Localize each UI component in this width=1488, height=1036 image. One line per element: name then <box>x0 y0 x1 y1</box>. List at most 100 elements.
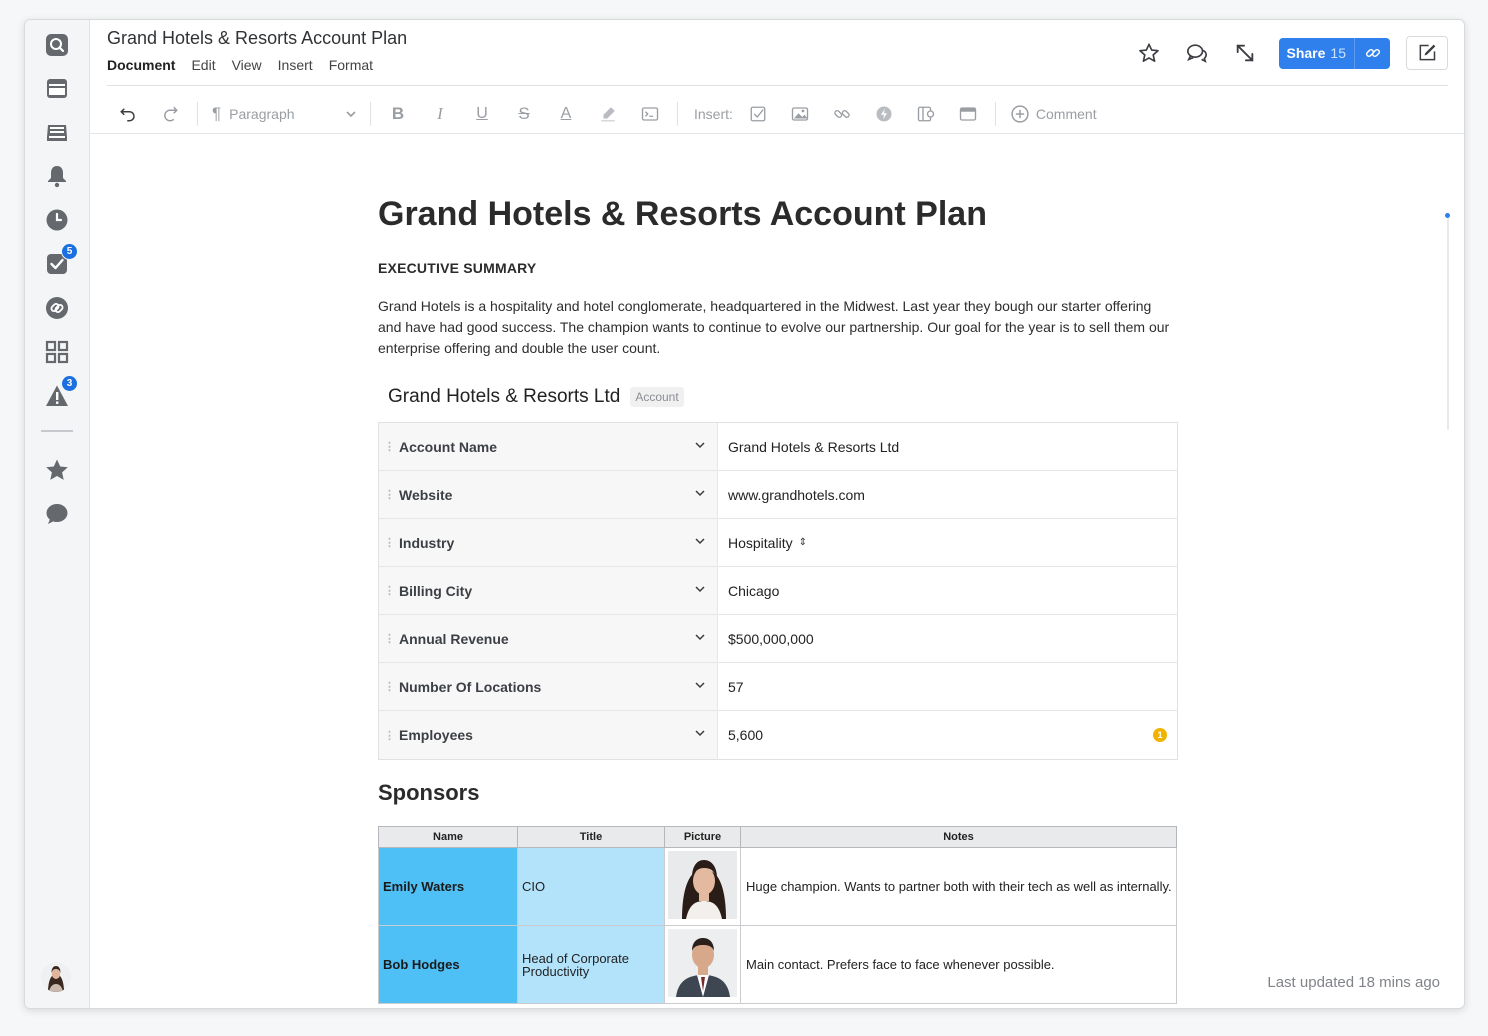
sponsor-photo <box>668 851 737 919</box>
sponsor-title[interactable]: CIO <box>517 847 665 926</box>
summary-paragraph[interactable]: Grand Hotels is a hospitality and hotel … <box>378 296 1178 359</box>
menu-edit[interactable]: Edit <box>191 57 215 73</box>
outline-scroll-track[interactable] <box>1447 215 1449 430</box>
expand-icon[interactable] <box>1229 37 1261 69</box>
menu-format[interactable]: Format <box>329 57 373 73</box>
comment-button[interactable]: Comment <box>1002 104 1097 124</box>
editor-toolbar: ¶ Paragraph B I U S A Insert: Comment <box>107 94 1464 134</box>
add-comment-icon <box>1011 105 1029 123</box>
undo-icon[interactable] <box>107 99 149 129</box>
toolbar-separator <box>197 102 198 126</box>
text-color-icon[interactable]: A <box>545 99 587 129</box>
pilcrow-icon: ¶ <box>212 104 222 123</box>
toolbar-divider <box>90 133 1464 134</box>
sponsor-title[interactable]: Head of Corporate Productivity <box>517 925 665 1004</box>
chat-icon[interactable] <box>44 501 70 527</box>
toolbar-separator <box>370 102 371 126</box>
field-value[interactable]: 57 <box>718 663 1177 710</box>
sponsor-notes[interactable]: Main contact. Prefers face to face whene… <box>740 925 1177 1004</box>
bold-icon[interactable]: B <box>377 99 419 129</box>
outline-position-indicator[interactable] <box>1445 213 1450 218</box>
field-value[interactable]: www.grandhotels.com <box>718 471 1177 518</box>
field-label: ⋮ Billing City <box>379 567 718 614</box>
drag-handle-icon[interactable]: ⋮ <box>379 440 399 453</box>
drag-handle-icon[interactable]: ⋮ <box>379 680 399 693</box>
chevron-down-icon[interactable] <box>695 584 705 594</box>
sponsor-picture-cell <box>664 925 741 1004</box>
menu-view[interactable]: View <box>232 57 262 73</box>
table-embed-icon[interactable] <box>947 99 989 129</box>
share-button[interactable]: Share 15 <box>1278 37 1390 69</box>
field-value[interactable]: Grand Hotels & Resorts Ltd <box>718 423 1177 470</box>
menu-insert[interactable]: Insert <box>278 57 313 73</box>
code-block-icon[interactable] <box>629 99 671 129</box>
calendar-icon[interactable] <box>44 75 70 101</box>
header-actions: Share 15 <box>1117 36 1448 70</box>
paragraph-style-select[interactable]: ¶ Paragraph <box>204 104 364 124</box>
select-arrows-icon: ⇕ <box>798 537 807 548</box>
bell-icon[interactable] <box>44 163 70 189</box>
chevron-down-icon[interactable] <box>695 536 705 546</box>
underline-icon[interactable]: U <box>461 99 503 129</box>
sponsor-notes[interactable]: Huge champion. Wants to partner both wit… <box>740 847 1177 926</box>
warning-icon[interactable]: 3 <box>44 375 78 409</box>
conversation-icon[interactable] <box>1181 37 1213 69</box>
menu-bar: Document Edit View Insert Format <box>107 57 373 73</box>
field-value: Hospitality <box>728 534 793 551</box>
redo-icon[interactable] <box>149 99 191 129</box>
strikethrough-icon[interactable]: S <box>503 99 545 129</box>
drag-handle-icon[interactable]: ⋮ <box>379 632 399 645</box>
sponsor-photo <box>668 929 737 997</box>
sponsor-name[interactable]: Emily Waters <box>378 847 518 926</box>
industry-picklist[interactable]: Hospitality ⇕ <box>718 519 1177 566</box>
paragraph-label: Paragraph <box>229 106 295 122</box>
apps-grid-icon[interactable] <box>44 339 70 365</box>
chevron-down-icon[interactable] <box>695 728 705 738</box>
highlight-icon[interactable] <box>587 99 629 129</box>
share-link-icon[interactable] <box>1354 37 1390 69</box>
insert-link-icon[interactable] <box>821 99 863 129</box>
section-heading[interactable]: EXECUTIVE SUMMARY <box>378 260 1178 276</box>
share-label: Share <box>1286 45 1326 61</box>
inbox-icon[interactable] <box>44 119 70 145</box>
chevron-down-icon[interactable] <box>695 440 705 450</box>
drag-handle-icon[interactable]: ⋮ <box>379 536 399 549</box>
field-value[interactable]: Chicago <box>718 567 1177 614</box>
search-icon[interactable] <box>44 32 70 58</box>
account-card-header: Grand Hotels & Resorts Ltd Account <box>388 386 684 408</box>
user-avatar[interactable] <box>41 962 71 992</box>
checkbox-icon[interactable] <box>737 99 779 129</box>
edit-button[interactable] <box>1406 36 1448 70</box>
field-label: ⋮ Website <box>379 471 718 518</box>
field-row: ⋮ Employees 5,600 1 <box>379 711 1177 759</box>
field-value[interactable]: $500,000,000 <box>718 615 1177 662</box>
toolbar-separator <box>994 102 996 126</box>
italic-icon[interactable]: I <box>419 99 461 129</box>
column-header-name: Name <box>378 826 518 848</box>
chevron-down-icon[interactable] <box>695 488 705 498</box>
chevron-down-icon[interactable] <box>695 680 705 690</box>
menu-document[interactable]: Document <box>107 57 175 73</box>
drag-handle-icon[interactable]: ⋮ <box>379 729 399 742</box>
favorite-star-icon[interactable] <box>1133 37 1165 69</box>
record-embed-icon[interactable] <box>905 99 947 129</box>
chevron-down-icon[interactable] <box>695 632 705 642</box>
sponsor-name[interactable]: Bob Hodges <box>378 925 518 1004</box>
star-icon[interactable] <box>44 457 70 483</box>
drag-handle-icon[interactable]: ⋮ <box>379 488 399 501</box>
field-value[interactable]: 5,600 1 <box>718 711 1177 759</box>
field-warning-badge[interactable]: 1 <box>1153 728 1167 742</box>
account-card-title[interactable]: Grand Hotels & Resorts Ltd <box>388 386 620 408</box>
warning-badge: 3 <box>61 375 78 392</box>
header-divider <box>107 85 1448 86</box>
tasks-icon[interactable]: 5 <box>44 243 78 277</box>
clock-icon[interactable] <box>44 207 70 233</box>
drag-handle-icon[interactable]: ⋮ <box>379 584 399 597</box>
lightning-icon[interactable] <box>863 99 905 129</box>
column-header-notes: Notes <box>740 826 1177 848</box>
document-heading[interactable]: Grand Hotels & Resorts Account Plan <box>378 195 1178 234</box>
sponsors-heading[interactable]: Sponsors <box>378 780 479 806</box>
image-icon[interactable] <box>779 99 821 129</box>
link-icon[interactable] <box>44 295 70 321</box>
edit-icon <box>1419 44 1436 61</box>
